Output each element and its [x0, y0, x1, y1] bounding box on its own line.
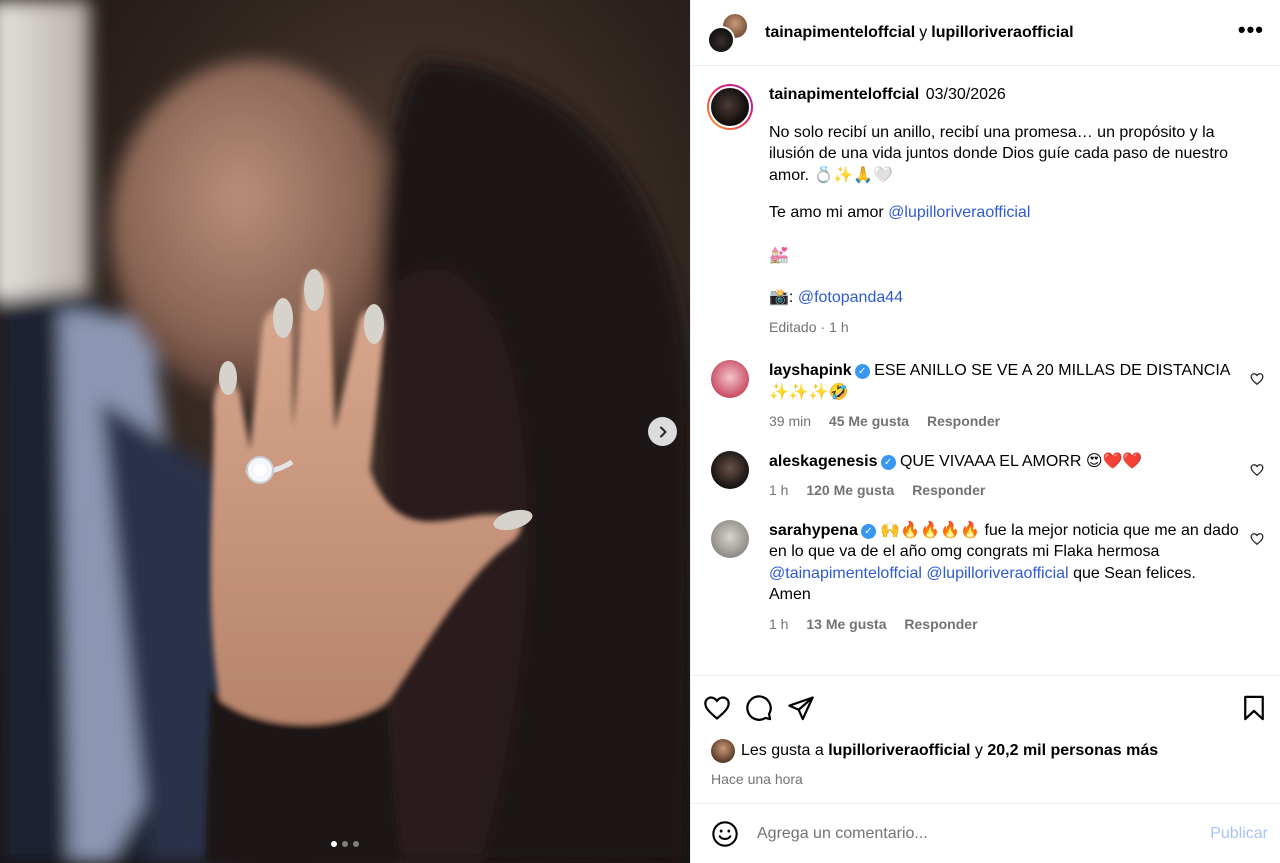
carousel-dot	[342, 841, 348, 847]
post-authors: tainapimenteloffcial y lupilloriveraoffici…	[765, 24, 1238, 42]
caption-date: 03/30/2026	[925, 86, 1006, 103]
more-icon[interactable]: •••	[1238, 18, 1264, 47]
caption-text: 📸: @fotopanda44	[769, 289, 904, 306]
caption-username[interactable]: tainapimenteloffcial	[769, 86, 919, 103]
likes-count[interactable]: 20,2 mil personas más	[987, 742, 1158, 760]
heart-icon[interactable]	[1250, 463, 1264, 477]
comment-composer: Publicar	[691, 803, 1280, 863]
next-slide-button[interactable]	[648, 417, 677, 446]
post-media	[0, 0, 690, 863]
timestamp[interactable]: 1 h	[769, 616, 788, 632]
comment-icon	[746, 694, 772, 721]
mention-link[interactable]: @fotopanda44	[798, 289, 903, 306]
author-link[interactable]: tainapimenteloffcial	[765, 24, 915, 41]
comment: layshapink ✓ ESE ANILLO SE VE A 20 MILLAS…	[707, 360, 1264, 433]
caption-text: Te amo mi amor @lupilloriveraofficial	[769, 204, 1031, 221]
emoji-icon	[712, 820, 738, 847]
verified-icon: ✓	[854, 364, 870, 379]
comment-username[interactable]: sarahypena	[769, 522, 858, 539]
post-header: tainapimenteloffcial y lupilloriveraoffici…	[691, 0, 1280, 66]
comment-username[interactable]: aleskagenesis	[769, 453, 878, 470]
avatar	[707, 25, 735, 54]
comment: sarahypena ✓ 🙌🔥🔥🔥🔥 fue la mejor noticia q…	[707, 519, 1264, 636]
engagement-ring-photo	[0, 0, 690, 863]
comment-button[interactable]	[745, 694, 773, 722]
comment: aleskagenesis ✓ QUE VIVAAA EL AMORR 😍❤️❤️…	[707, 450, 1264, 502]
carousel-dot	[353, 841, 359, 847]
save-button[interactable]	[1240, 694, 1268, 722]
chevron-right-icon	[659, 426, 666, 437]
timestamp[interactable]: 39 min	[769, 413, 811, 429]
avatar[interactable]	[711, 450, 749, 489]
caption-text: No solo recibí un anillo, recibí una pro…	[769, 123, 1228, 184]
share-button[interactable]	[787, 694, 815, 722]
caption-meta: Editado · 1 h	[769, 318, 849, 335]
avatar[interactable]	[711, 360, 749, 398]
carousel-dot	[331, 841, 337, 847]
action-bar	[691, 675, 1280, 739]
verified-icon: ✓	[860, 523, 876, 539]
comment-meta: 39 min 45 Me gusta Responder	[769, 411, 1240, 433]
like-button[interactable]	[703, 694, 731, 722]
comment-username[interactable]: layshapink	[769, 362, 852, 379]
likes-summary: Les gusta a lupilloriveraofficial y 20,2…	[691, 739, 1280, 763]
reply-button[interactable]: Responder	[912, 482, 985, 498]
avatar[interactable]	[711, 519, 749, 558]
publish-button[interactable]: Publicar	[1210, 825, 1268, 843]
heart-icon	[704, 695, 730, 720]
heart-icon[interactable]	[1250, 372, 1264, 386]
caption-text: 💒	[769, 246, 789, 264]
caption: tainapimenteloffcial 03/30/2026 No solo …	[707, 84, 1264, 338]
author-conjunction: y	[919, 23, 928, 41]
story-ring-avatar[interactable]	[707, 84, 753, 130]
timestamp[interactable]: 1 h	[829, 319, 848, 335]
verified-icon: ✓	[880, 454, 896, 470]
post-sidebar: tainapimenteloffcial y lupilloriveraoffici…	[690, 0, 1280, 863]
post-age[interactable]: Hace una hora	[691, 763, 1280, 803]
collab-avatars[interactable]	[707, 11, 749, 54]
comment-meta: 1 h 13 Me gusta Responder	[769, 614, 1240, 636]
comments-scroll[interactable]: tainapimenteloffcial 03/30/2026 No solo …	[691, 66, 1280, 675]
reply-button[interactable]: Responder	[904, 616, 977, 632]
author-link[interactable]: lupilloriveraofficial	[931, 24, 1073, 41]
comment-likes[interactable]: 13 Me gusta	[806, 616, 886, 632]
comment-meta: 1 h 120 Me gusta Responder	[769, 480, 1240, 502]
bookmark-icon	[1244, 695, 1264, 720]
liker-link[interactable]: lupilloriveraofficial	[828, 742, 970, 760]
carousel-indicator	[0, 841, 690, 847]
reply-button[interactable]: Responder	[927, 413, 1000, 429]
share-icon	[788, 695, 814, 720]
comment-input[interactable]	[757, 824, 1211, 843]
mention-link[interactable]: @lupilloriveraofficial	[888, 204, 1030, 221]
heart-icon[interactable]	[1250, 532, 1264, 546]
mention-link[interactable]: @lupilloriveraofficial	[926, 565, 1068, 582]
timestamp[interactable]: 1 h	[769, 482, 788, 498]
comment-likes[interactable]: 45 Me gusta	[829, 413, 909, 429]
comment-text: QUE VIVAAA EL AMORR 😍❤️❤️	[899, 452, 1143, 470]
emoji-button[interactable]	[711, 820, 741, 848]
comment-likes[interactable]: 120 Me gusta	[806, 482, 894, 498]
mention-link[interactable]: @tainapimenteloffcial	[769, 565, 922, 582]
post-dialog: tainapimenteloffcial y lupilloriveraoffici…	[0, 0, 1280, 863]
avatar[interactable]	[711, 739, 735, 763]
